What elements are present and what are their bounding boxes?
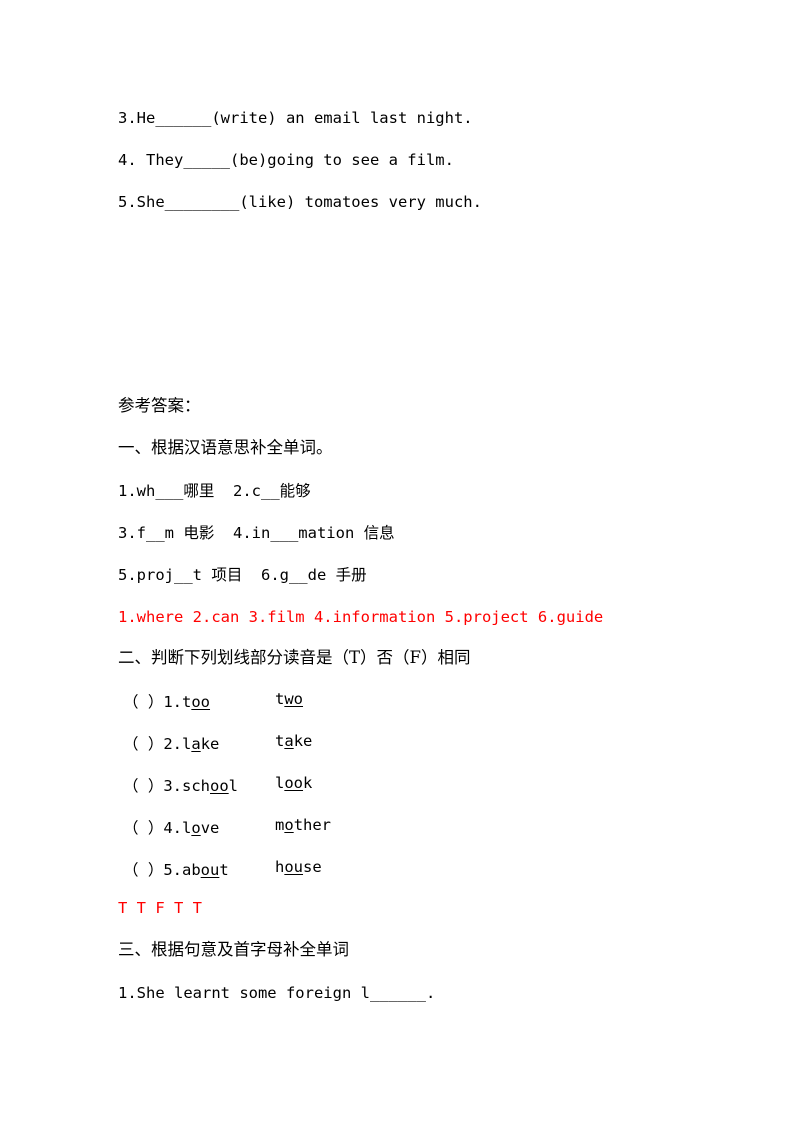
section-1-answers: 1.where 2.can 3.film 4.information 5.pro… — [118, 608, 604, 626]
pair-checkbox-blank[interactable]: （ ）2. — [123, 735, 182, 753]
pair-word-left: love — [182, 819, 220, 837]
section-2-title: 二、判断下列划线部分读音是（T）否（F）相同 — [118, 648, 471, 667]
answer-key-heading: 参考答案： — [118, 396, 201, 415]
pair-checkbox-blank[interactable]: （ ）1. — [123, 693, 182, 711]
exercise-item-3: 3.He______(write) an email last night. — [118, 109, 473, 127]
section-3-prompt-line-1: 1.She learnt some foreign l______. — [118, 984, 436, 1002]
pair-word-right: two — [275, 690, 304, 708]
pronunciation-pair-row: （ ）3.school look — [123, 774, 312, 796]
pronunciation-pair-row: （ ）1.too two — [123, 690, 303, 712]
pair-word-left: lake — [182, 735, 220, 753]
pair-word-right: house — [275, 858, 322, 876]
pair-checkbox-blank[interactable]: （ ）5. — [123, 861, 182, 879]
underlined-part: ou — [200, 861, 220, 879]
section-1-title: 一、根据汉语意思补全单词。 — [118, 438, 333, 457]
underlined-part: a — [191, 735, 201, 753]
section-3-title: 三、根据句意及首字母补全单词 — [118, 940, 349, 959]
section-1-prompt-line-3: 5.proj__t 项目 6.g__de 手册 — [118, 566, 367, 584]
exercise-item-5: 5.She________(like) tomatoes very much. — [118, 193, 482, 211]
pair-word-right: take — [275, 732, 313, 750]
pronunciation-pair-row: （ ）2.lake take — [123, 732, 312, 754]
underlined-part: oo — [191, 693, 211, 711]
pair-word-right: look — [275, 774, 313, 792]
section-1-prompt-line-1: 1.wh___哪里 2.c__能够 — [118, 482, 311, 500]
pronunciation-pair-row: （ ）5.about house — [123, 858, 322, 880]
underlined-part: o — [284, 816, 294, 834]
section-1-prompt-line-2: 3.f__m 电影 4.in___mation 信息 — [118, 524, 395, 542]
pair-word-right: mother — [275, 816, 332, 834]
exercise-item-4: 4. They_____(be)going to see a film. — [118, 151, 454, 169]
underlined-part: oo — [284, 774, 304, 792]
underlined-part: a — [284, 732, 294, 750]
pair-word-left: too — [182, 693, 211, 711]
pronunciation-pair-row: （ ）4.love mother — [123, 816, 331, 838]
underlined-part: o — [191, 819, 201, 837]
pair-checkbox-blank[interactable]: （ ）4. — [123, 819, 182, 837]
underlined-part: ou — [284, 858, 304, 876]
section-2-answers: T T F T T — [118, 899, 202, 917]
underlined-part: wo — [284, 690, 304, 708]
underlined-part: oo — [210, 777, 229, 795]
pair-word-left: about — [182, 861, 229, 879]
pair-checkbox-blank[interactable]: （ ）3. — [123, 777, 182, 795]
pair-word-left: school — [182, 777, 239, 795]
worksheet-page: 3.He______(write) an email last night. 4… — [0, 0, 794, 1123]
